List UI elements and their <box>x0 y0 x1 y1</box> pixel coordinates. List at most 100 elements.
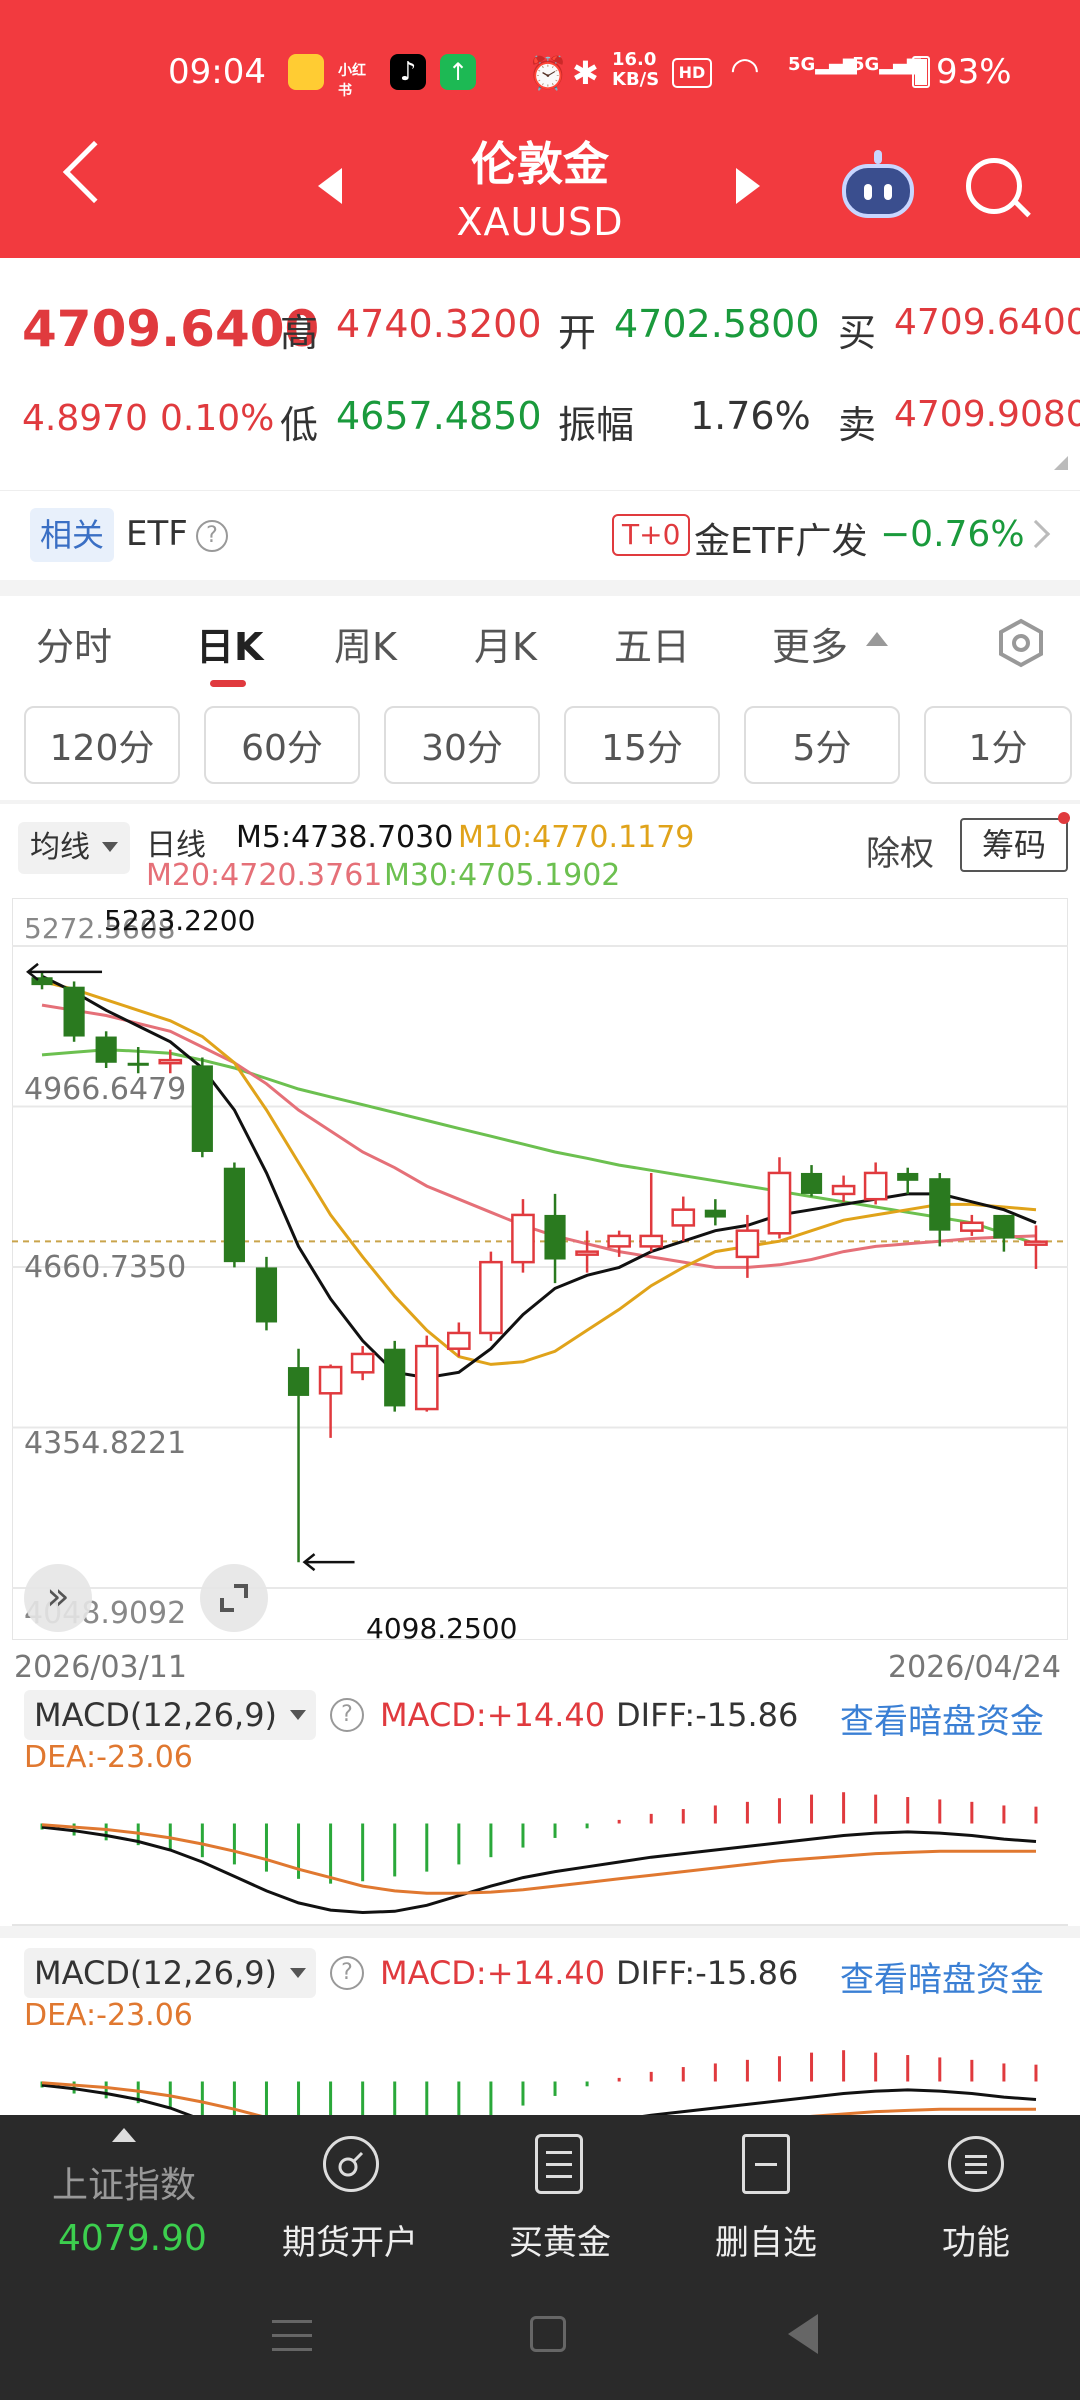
caret-down-icon <box>290 1710 306 1720</box>
candle-body-down <box>287 1367 310 1396</box>
macd-select-label-2: MACD(12,26,9) <box>34 1954 278 1992</box>
etf-name[interactable]: 金ETF广发 <box>694 512 867 564</box>
low-marker-label: 4098.2500 <box>366 1612 518 1645</box>
t0-badge: T+0 <box>612 514 691 556</box>
candle-body-up <box>960 1221 984 1232</box>
xiaohongshu-icon: 小红书 <box>338 63 366 99</box>
tab-five-day[interactable]: 五日 <box>614 616 690 671</box>
interval-30m[interactable]: 30分 <box>384 706 540 784</box>
candle-body-up <box>318 1365 343 1395</box>
chips-button[interactable]: 筹码 <box>960 818 1068 872</box>
candle-body-up <box>447 1331 471 1350</box>
macd-chart-1[interactable] <box>12 1750 1068 1925</box>
last-price: 4709.6400 <box>22 300 320 358</box>
high-label: 高 <box>280 311 319 355</box>
network-speed: 16.0 KB/S <box>612 49 660 90</box>
buy-gold-icon[interactable] <box>535 2134 583 2194</box>
nav-futures-account[interactable]: 期货开户 <box>270 2215 430 2264</box>
interval-5m[interactable]: 5分 <box>744 706 900 784</box>
dea-line <box>41 2081 1036 2115</box>
y-tick-4: 4354.8221 <box>24 1426 187 1461</box>
tab-weekly-k[interactable]: 周K <box>334 616 397 671</box>
next-symbol-icon[interactable] <box>736 168 760 204</box>
interval-120m[interactable]: 120分 <box>24 706 180 784</box>
candle-body-up <box>414 1344 439 1411</box>
diff-value-2: DIFF:-15.86 <box>616 1954 799 1992</box>
candle-body-up <box>607 1234 631 1248</box>
candle-body-up <box>863 1171 888 1201</box>
y-tick-3: 4660.7350 <box>24 1250 187 1285</box>
interval-15m[interactable]: 15分 <box>564 706 720 784</box>
legend-divider <box>0 800 1080 804</box>
tiktok-icon: ♪ <box>390 54 426 90</box>
candle-body-down <box>704 1209 726 1218</box>
tab-more[interactable]: 更多 <box>772 616 848 671</box>
fullscreen-icon[interactable] <box>200 1564 268 1632</box>
candle-body-down <box>800 1172 823 1194</box>
dark-pool-link-1[interactable]: 查看暗盘资金 <box>840 1694 1044 1743</box>
nav-remove-watchlist[interactable]: 删自选 <box>686 2215 846 2264</box>
macd-select-label-1: MACD(12,26,9) <box>34 1696 278 1734</box>
help-icon[interactable]: ? <box>330 1698 364 1732</box>
tab-intraday[interactable]: 分时 <box>36 616 112 671</box>
candle-body-down <box>897 1172 919 1181</box>
robot-assistant-icon[interactable] <box>838 150 918 220</box>
interval-1m[interactable]: 1分 <box>924 706 1072 784</box>
expand-left-icon[interactable]: » <box>24 1564 92 1632</box>
price-change: 4.8970 <box>22 398 148 439</box>
caret-up-icon <box>866 632 888 646</box>
candle-body-down <box>993 1214 1015 1239</box>
index-name[interactable]: 上证指数 <box>52 2156 196 2208</box>
amplitude-label: 振幅 <box>558 403 635 447</box>
dark-pool-link-2[interactable]: 查看暗盘资金 <box>840 1952 1044 2001</box>
sell-label: 卖 <box>838 403 877 447</box>
tab-daily-k[interactable]: 日K <box>196 616 263 671</box>
bluetooth-icon: ✱ <box>572 54 599 92</box>
candle-body-up <box>158 1058 183 1065</box>
back-triangle-icon[interactable] <box>788 2314 818 2354</box>
candle-body-down <box>255 1267 278 1323</box>
interval-60m[interactable]: 60分 <box>204 706 360 784</box>
recents-menu-icon[interactable] <box>272 2318 312 2354</box>
expand-corner-icon[interactable] <box>1054 456 1068 470</box>
macd-chart-2[interactable] <box>12 2008 1068 2115</box>
caret-up-icon[interactable] <box>112 2128 136 2142</box>
etf-change: −0.76% <box>880 514 1025 555</box>
candle-body-up <box>831 1184 856 1196</box>
candle-body-up <box>350 1352 375 1374</box>
candle-body-up <box>767 1171 792 1235</box>
account-open-icon[interactable] <box>323 2136 379 2192</box>
ma30-value: M30:4705.1902 <box>384 858 621 893</box>
help-icon[interactable]: ? <box>330 1956 364 1990</box>
candle-body-down <box>95 1036 117 1063</box>
sell-value: 4709.9080 <box>894 394 1080 435</box>
menu-icon[interactable] <box>948 2136 1004 2192</box>
open-label: 开 <box>558 311 597 355</box>
remove-watchlist-icon[interactable] <box>742 2134 790 2194</box>
search-icon[interactable] <box>966 158 1022 214</box>
battery-percent: 93% <box>936 52 1012 92</box>
help-icon[interactable]: ? <box>196 520 228 552</box>
nav-buy-gold[interactable]: 买黄金 <box>480 2215 640 2264</box>
weibo-icon <box>288 54 324 90</box>
nav-functions[interactable]: 功能 <box>896 2215 1056 2264</box>
ma10-value: M10:4770.1179 <box>458 820 695 855</box>
ma20-line <box>41 1003 1037 1269</box>
settings-hex-icon[interactable] <box>996 618 1046 668</box>
ma-select-label: 均线 <box>30 830 90 865</box>
macd-value-1: MACD:+14.40 <box>380 1696 606 1734</box>
diff-value-1: DIFF:-15.86 <box>616 1696 799 1734</box>
instrument-symbol: XAUUSD <box>456 200 624 244</box>
candle-body-up <box>1024 1240 1048 1246</box>
date-start: 2026/03/11 <box>14 1650 187 1685</box>
home-square-icon[interactable] <box>530 2316 566 2352</box>
signal-5g-icon-2: 5G▂▄▆ <box>852 54 921 75</box>
exright-button[interactable]: 除权 <box>866 826 934 875</box>
candle-body-down <box>384 1348 406 1407</box>
amplitude-value: 1.76% <box>690 394 811 438</box>
tab-monthly-k[interactable]: 月K <box>474 616 537 671</box>
low-label: 低 <box>280 403 319 447</box>
related-tag: 相关 <box>30 508 115 562</box>
candle-body-up <box>735 1229 760 1259</box>
macd-value-2: MACD:+14.40 <box>380 1954 606 1992</box>
